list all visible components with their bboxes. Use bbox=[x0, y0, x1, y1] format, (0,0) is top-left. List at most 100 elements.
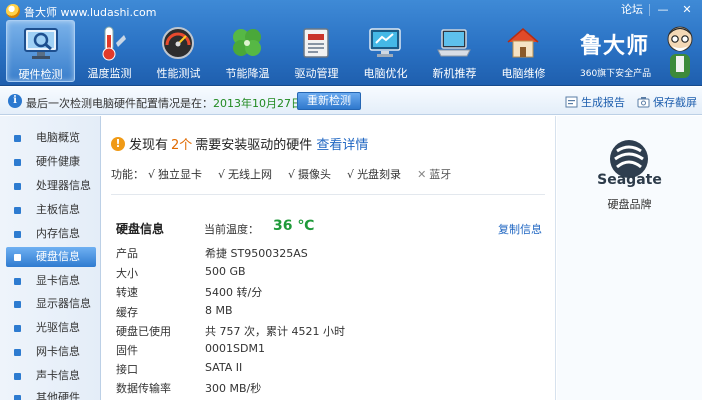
check-icon: √ bbox=[148, 167, 156, 181]
sidebar-item-label: 声卡信息 bbox=[36, 369, 80, 382]
last-scan-bar: i 最后一次检测电脑硬件配置情况是在：2013年10月27日 重新检测 生成报告… bbox=[0, 87, 702, 115]
bullet-icon bbox=[14, 325, 21, 332]
sidebar-item-optical-drive[interactable]: 光驱信息 bbox=[6, 318, 96, 338]
sidebar-item-label: 硬件健康 bbox=[36, 155, 80, 168]
rescan-button[interactable]: 重新检测 bbox=[297, 92, 361, 110]
last-scan-message: 最后一次检测电脑硬件配置情况是在：2013年10月27日 bbox=[26, 95, 302, 111]
spec-value: SATA II bbox=[205, 361, 243, 374]
sidebar-item-label: 光驱信息 bbox=[36, 321, 80, 334]
spec-value: 500 GB bbox=[205, 265, 246, 278]
warning-icon: ! bbox=[111, 136, 125, 151]
tool-label: 新机推荐 bbox=[432, 67, 477, 80]
bullet-icon bbox=[14, 183, 21, 190]
spec-value: 希捷 ST9500325AS bbox=[205, 247, 308, 260]
alert-suffix: 需要安装驱动的硬件 bbox=[195, 138, 313, 153]
sidebar-item-memory[interactable]: 内存信息 bbox=[6, 224, 96, 244]
feature-item: √ 无线上网 bbox=[218, 166, 272, 182]
divider bbox=[649, 4, 650, 16]
save-screenshot-label: 保存截屏 bbox=[653, 96, 697, 109]
minimize-button[interactable]: — bbox=[652, 2, 674, 18]
close-button[interactable]: ✕ bbox=[676, 2, 698, 18]
feature-item: √ 独立显卡 bbox=[148, 166, 202, 182]
monitor-magnifier-icon bbox=[24, 28, 58, 59]
feature-item: ✕ 蓝牙 bbox=[417, 166, 451, 182]
sidebar-item-network[interactable]: 网卡信息 bbox=[6, 342, 96, 362]
vendor-name: Seagate bbox=[597, 172, 662, 188]
copy-info-link[interactable]: 复制信息 bbox=[498, 221, 542, 237]
features-label: 功能： bbox=[111, 168, 144, 181]
last-scan-date: 2013年10月27日 bbox=[213, 97, 302, 110]
feature-name: 无线上网 bbox=[228, 168, 273, 181]
tool-repair[interactable]: 电脑维修 bbox=[489, 20, 558, 82]
tool-optimization[interactable]: 电脑优化 bbox=[351, 20, 420, 82]
sidebar-item-monitor[interactable]: 显示器信息 bbox=[6, 294, 96, 314]
spec-value: 8 MB bbox=[205, 304, 233, 317]
bullet-icon bbox=[14, 395, 21, 400]
sidebar-item-label: 内存信息 bbox=[36, 227, 80, 240]
bullet-icon bbox=[14, 135, 21, 142]
spec-key: 缓存 bbox=[116, 306, 138, 319]
spec-key: 产品 bbox=[116, 247, 138, 260]
tool-label: 电脑维修 bbox=[501, 67, 546, 80]
feature-name: 蓝牙 bbox=[429, 168, 452, 181]
check-icon: √ bbox=[347, 167, 355, 181]
disk-info-title: 硬盘信息 bbox=[116, 222, 165, 236]
sidebar-item-other-hardware[interactable]: 其他硬件 bbox=[6, 388, 96, 400]
sidebar-item-label: 电脑概览 bbox=[36, 131, 80, 144]
tool-new-pc-recommend[interactable]: 新机推荐 bbox=[420, 20, 489, 82]
spec-key: 大小 bbox=[116, 267, 138, 280]
spec-row: 缓存 8 MB bbox=[116, 304, 416, 324]
save-screenshot-button[interactable]: 保存截屏 bbox=[637, 94, 697, 110]
sidebar-item-cpu[interactable]: 处理器信息 bbox=[6, 176, 96, 196]
spec-row: 大小 500 GB bbox=[116, 265, 416, 285]
spec-row: 固件 0001SDM1 bbox=[116, 342, 416, 362]
temperature-value: 36 ℃ bbox=[273, 218, 315, 234]
sidebar-item-sound[interactable]: 声卡信息 bbox=[6, 366, 96, 386]
forum-link[interactable]: 论坛 bbox=[617, 2, 647, 18]
tool-hardware-check[interactable]: 硬件检测 bbox=[6, 20, 75, 82]
tool-energy-saving[interactable]: 节能降温 bbox=[213, 20, 282, 82]
tool-temperature[interactable]: 温度监测 bbox=[75, 20, 144, 82]
bullet-icon bbox=[14, 278, 21, 285]
sidebar-item-hard-disk[interactable]: 硬盘信息 bbox=[6, 247, 96, 267]
spec-value: 共 757 次，累计 4521 小时 bbox=[205, 325, 345, 338]
spec-row: 转速 5400 转/分 bbox=[116, 284, 416, 304]
bullet-icon bbox=[14, 159, 21, 166]
main-panel: ! 发现有 2个 需要安装驱动的硬件 查看详情 功能： √ 独立显卡 √ 无线上网 … bbox=[101, 116, 556, 400]
sidebar-item-motherboard[interactable]: 主板信息 bbox=[6, 200, 96, 220]
feature-name: 摄像头 bbox=[298, 168, 332, 181]
tool-performance[interactable]: 性能测试 bbox=[144, 20, 213, 82]
house-wrench-icon bbox=[507, 28, 539, 58]
spec-key: 固件 bbox=[116, 344, 138, 357]
spec-value: 0001SDM1 bbox=[205, 342, 265, 355]
sidebar-item-overview[interactable]: 电脑概览 bbox=[6, 128, 96, 148]
sidebar-item-graphics[interactable]: 显卡信息 bbox=[6, 271, 96, 291]
disk-info-header: 硬盘信息 当前温度： 36 ℃ 复制信息 bbox=[116, 218, 542, 237]
info-icon: i bbox=[8, 94, 22, 108]
bullet-icon bbox=[14, 207, 21, 214]
view-details-link[interactable]: 查看详情 bbox=[316, 134, 368, 153]
title-bar: 鲁大师 www.ludashi.com 论坛 — ✕ bbox=[0, 0, 702, 22]
thermometer-icon bbox=[102, 26, 126, 61]
speedometer-icon bbox=[162, 27, 194, 59]
sidebar-item-label: 其他硬件 bbox=[36, 391, 80, 400]
spec-key: 转速 bbox=[116, 286, 138, 299]
feature-item: √ 摄像头 bbox=[288, 166, 331, 182]
feature-name: 光盘刻录 bbox=[357, 168, 402, 181]
spec-row: 硬盘已使用 共 757 次，累计 4521 小时 bbox=[116, 323, 416, 343]
tool-driver-management[interactable]: 驱动管理 bbox=[282, 20, 351, 82]
sidebar-item-label: 硬盘信息 bbox=[36, 250, 80, 263]
sidebar-item-label: 显卡信息 bbox=[36, 274, 80, 287]
tool-label: 性能测试 bbox=[156, 67, 201, 80]
generate-report-label: 生成报告 bbox=[581, 96, 625, 109]
sidebar-item-label: 显示器信息 bbox=[36, 297, 91, 310]
sidebar-item-hardware-health[interactable]: 硬件健康 bbox=[6, 152, 96, 172]
driver-alert: ! 发现有 2个 需要安装驱动的硬件 查看详情 bbox=[111, 134, 368, 153]
window-controls: 论坛 — ✕ bbox=[617, 2, 698, 18]
spec-key: 接口 bbox=[116, 363, 138, 376]
mascot-icon bbox=[667, 26, 693, 78]
last-scan-prefix: 最后一次检测电脑硬件配置情况是在： bbox=[26, 97, 213, 110]
check-icon: √ bbox=[218, 167, 226, 181]
spec-value: 5400 转/分 bbox=[205, 286, 263, 299]
generate-report-button[interactable]: 生成报告 bbox=[565, 94, 625, 110]
